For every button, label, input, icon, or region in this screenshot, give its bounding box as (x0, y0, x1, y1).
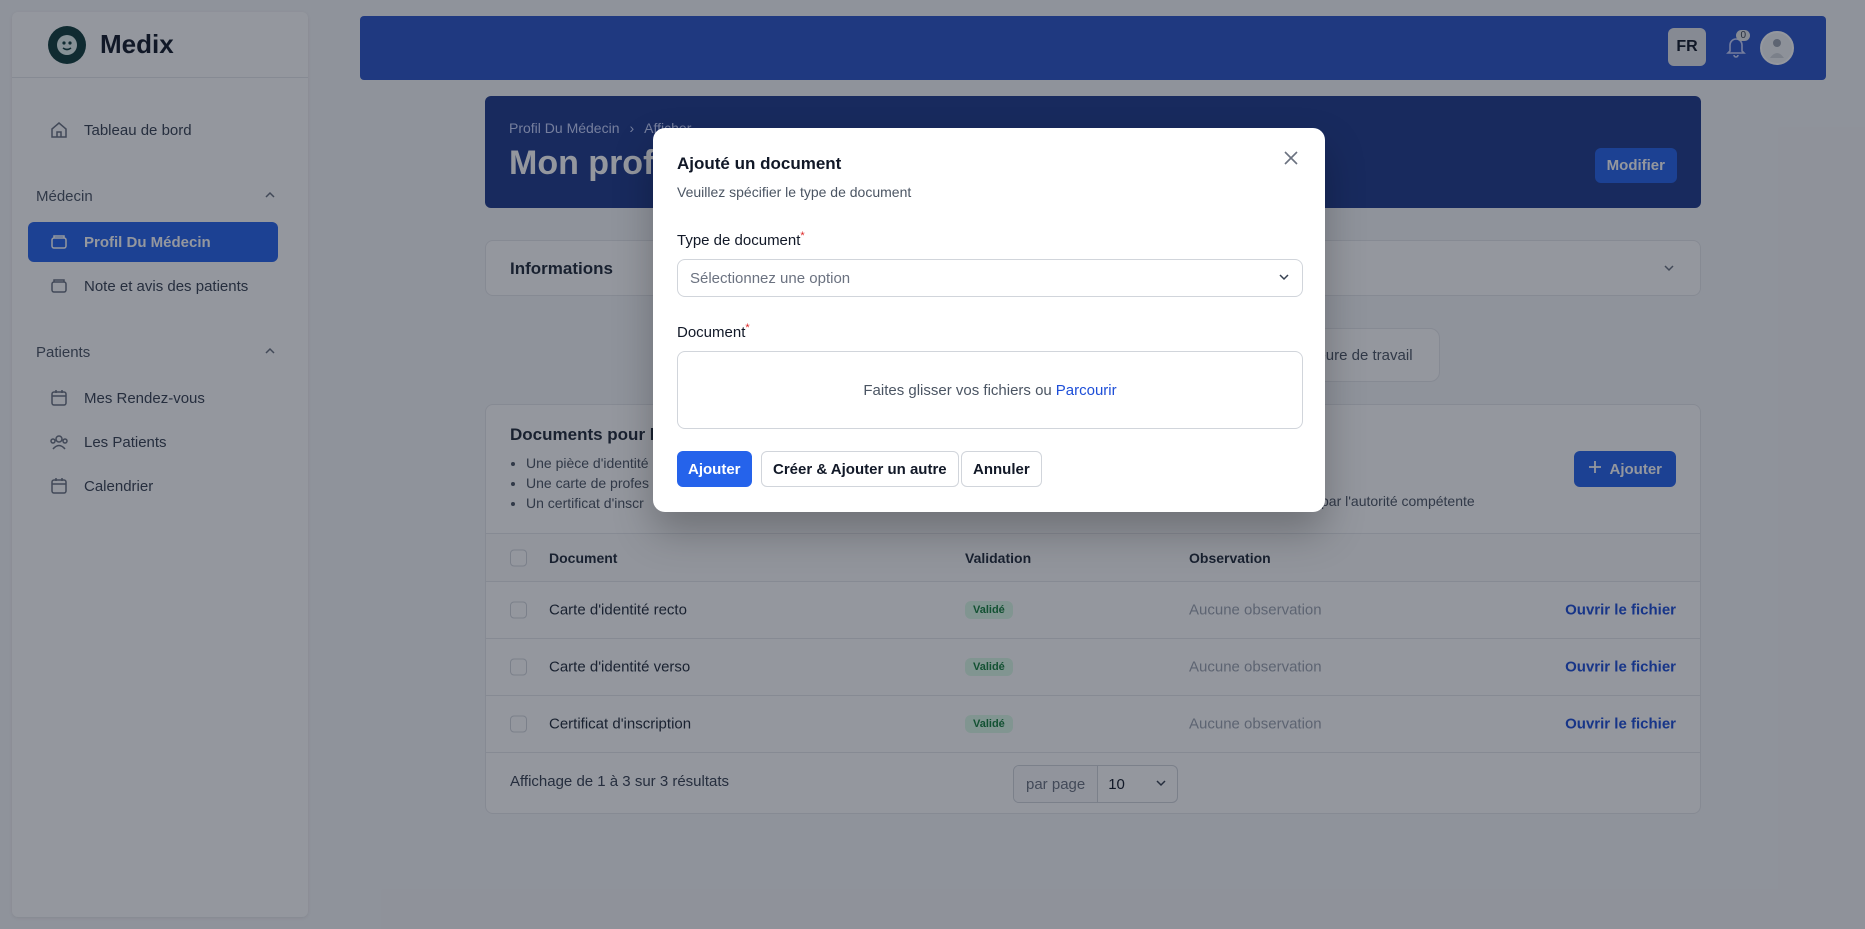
modal-subtitle: Veuillez spécifier le type de document (677, 184, 912, 200)
add-document-modal: Ajouté un document Veuillez spécifier le… (653, 128, 1325, 512)
browse-link[interactable]: Parcourir (1056, 382, 1117, 399)
document-type-label: Type de document* (677, 230, 805, 249)
dropzone-text: Faites glisser vos fichiers ou (863, 381, 1052, 399)
file-dropzone[interactable]: Faites glisser vos fichiers ou Parcourir (677, 351, 1303, 429)
modal-title: Ajouté un document (677, 154, 842, 173)
submit-button[interactable]: Ajouter (677, 451, 752, 487)
create-and-add-another-button[interactable]: Créer & Ajouter un autre (761, 451, 959, 487)
close-icon[interactable] (1283, 150, 1299, 171)
field-label-text: Document (677, 324, 746, 341)
field-label-text: Type de document (677, 232, 801, 249)
document-label: Document* (677, 322, 750, 341)
select-placeholder: Sélectionnez une option (690, 269, 851, 287)
required-marker: * (800, 230, 805, 242)
required-marker: * (745, 322, 750, 334)
document-type-select[interactable]: Sélectionnez une option (677, 259, 1303, 297)
cancel-button[interactable]: Annuler (961, 451, 1042, 487)
chevron-down-icon (1278, 270, 1290, 287)
